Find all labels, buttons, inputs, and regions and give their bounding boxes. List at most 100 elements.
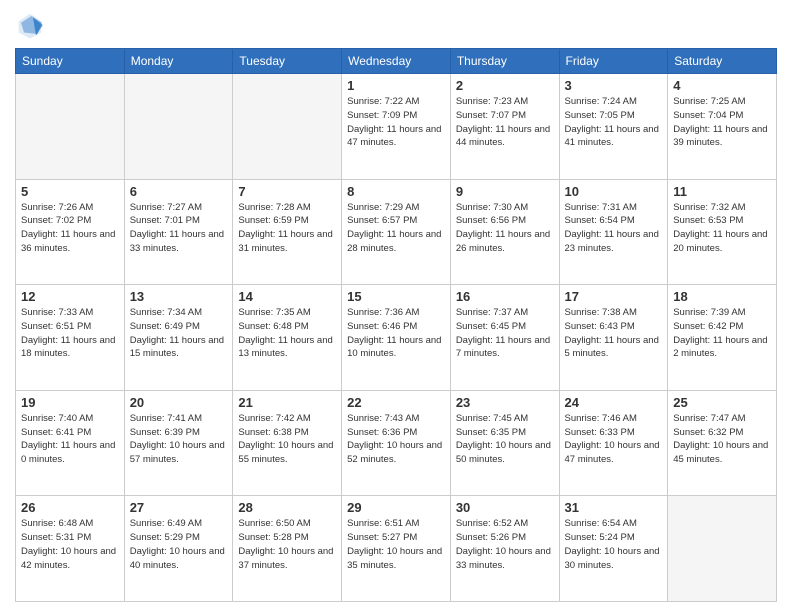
day-info: Sunrise: 6:52 AM Sunset: 5:26 PM Dayligh… — [456, 517, 554, 572]
day-number: 9 — [456, 184, 554, 199]
calendar-cell: 18 Sunrise: 7:39 AM Sunset: 6:42 PM Dayli… — [668, 285, 777, 391]
calendar-cell: 9 Sunrise: 7:30 AM Sunset: 6:56 PM Daylig… — [450, 179, 559, 285]
day-info: Sunrise: 7:29 AM Sunset: 6:57 PM Dayligh… — [347, 201, 445, 256]
day-info: Sunrise: 7:32 AM Sunset: 6:53 PM Dayligh… — [673, 201, 771, 256]
day-info: Sunrise: 7:28 AM Sunset: 6:59 PM Dayligh… — [238, 201, 336, 256]
day-number: 28 — [238, 500, 336, 515]
day-info: Sunrise: 6:49 AM Sunset: 5:29 PM Dayligh… — [130, 517, 228, 572]
day-info: Sunrise: 6:54 AM Sunset: 5:24 PM Dayligh… — [565, 517, 663, 572]
calendar-cell: 15 Sunrise: 7:36 AM Sunset: 6:46 PM Dayli… — [342, 285, 451, 391]
calendar-cell: 29 Sunrise: 6:51 AM Sunset: 5:27 PM Dayli… — [342, 496, 451, 602]
day-header-tuesday: Tuesday — [233, 49, 342, 74]
calendar-cell: 12 Sunrise: 7:33 AM Sunset: 6:51 PM Dayli… — [16, 285, 125, 391]
calendar-cell: 31 Sunrise: 6:54 AM Sunset: 5:24 PM Dayli… — [559, 496, 668, 602]
day-info: Sunrise: 7:26 AM Sunset: 7:02 PM Dayligh… — [21, 201, 119, 256]
day-info: Sunrise: 7:24 AM Sunset: 7:05 PM Dayligh… — [565, 95, 663, 150]
day-number: 12 — [21, 289, 119, 304]
calendar-cell: 10 Sunrise: 7:31 AM Sunset: 6:54 PM Dayli… — [559, 179, 668, 285]
day-number: 25 — [673, 395, 771, 410]
day-number: 31 — [565, 500, 663, 515]
week-row-5: 26 Sunrise: 6:48 AM Sunset: 5:31 PM Dayli… — [16, 496, 777, 602]
day-number: 14 — [238, 289, 336, 304]
week-row-1: 1 Sunrise: 7:22 AM Sunset: 7:09 PM Daylig… — [16, 74, 777, 180]
day-info: Sunrise: 7:35 AM Sunset: 6:48 PM Dayligh… — [238, 306, 336, 361]
day-number: 10 — [565, 184, 663, 199]
day-number: 29 — [347, 500, 445, 515]
day-info: Sunrise: 7:30 AM Sunset: 6:56 PM Dayligh… — [456, 201, 554, 256]
day-number: 18 — [673, 289, 771, 304]
day-number: 8 — [347, 184, 445, 199]
logo-icon — [15, 10, 45, 40]
calendar-cell — [124, 74, 233, 180]
calendar-cell: 14 Sunrise: 7:35 AM Sunset: 6:48 PM Dayli… — [233, 285, 342, 391]
calendar-cell: 11 Sunrise: 7:32 AM Sunset: 6:53 PM Dayli… — [668, 179, 777, 285]
day-info: Sunrise: 7:45 AM Sunset: 6:35 PM Dayligh… — [456, 412, 554, 467]
day-info: Sunrise: 7:22 AM Sunset: 7:09 PM Dayligh… — [347, 95, 445, 150]
week-row-4: 19Sunrise: 7:40 AM Sunset: 6:41 PM Dayli… — [16, 390, 777, 496]
calendar-cell: 26 Sunrise: 6:48 AM Sunset: 5:31 PM Dayli… — [16, 496, 125, 602]
day-header-monday: Monday — [124, 49, 233, 74]
calendar-cell: 28 Sunrise: 6:50 AM Sunset: 5:28 PM Dayli… — [233, 496, 342, 602]
day-info: Sunrise: 7:38 AM Sunset: 6:43 PM Dayligh… — [565, 306, 663, 361]
calendar: SundayMondayTuesdayWednesdayThursdayFrid… — [15, 48, 777, 602]
day-info: Sunrise: 6:48 AM Sunset: 5:31 PM Dayligh… — [21, 517, 119, 572]
day-number: 30 — [456, 500, 554, 515]
calendar-cell — [16, 74, 125, 180]
day-info: Sunrise: 7:39 AM Sunset: 6:42 PM Dayligh… — [673, 306, 771, 361]
day-info: Sunrise: 7:46 AM Sunset: 6:33 PM Dayligh… — [565, 412, 663, 467]
day-info: Sunrise: 7:47 AM Sunset: 6:32 PM Dayligh… — [673, 412, 771, 467]
day-number: 11 — [673, 184, 771, 199]
day-info: Sunrise: 7:33 AM Sunset: 6:51 PM Dayligh… — [21, 306, 119, 361]
day-number: 16 — [456, 289, 554, 304]
day-number: 7 — [238, 184, 336, 199]
day-number: 17 — [565, 289, 663, 304]
day-info: Sunrise: 7:27 AM Sunset: 7:01 PM Dayligh… — [130, 201, 228, 256]
day-number: 21 — [238, 395, 336, 410]
day-info: Sunrise: 6:50 AM Sunset: 5:28 PM Dayligh… — [238, 517, 336, 572]
header — [15, 10, 777, 40]
day-number: 26 — [21, 500, 119, 515]
day-number: 15 — [347, 289, 445, 304]
calendar-cell: 17 Sunrise: 7:38 AM Sunset: 6:43 PM Dayli… — [559, 285, 668, 391]
day-info: Sunrise: 7:40 AM Sunset: 6:41 PM Dayligh… — [21, 412, 119, 467]
calendar-cell: 19Sunrise: 7:40 AM Sunset: 6:41 PM Dayli… — [16, 390, 125, 496]
calendar-cell: 22 Sunrise: 7:43 AM Sunset: 6:36 PM Dayli… — [342, 390, 451, 496]
calendar-cell: 4Sunrise: 7:25 AM Sunset: 7:04 PM Daylig… — [668, 74, 777, 180]
calendar-cell: 25 Sunrise: 7:47 AM Sunset: 6:32 PM Dayli… — [668, 390, 777, 496]
day-header-wednesday: Wednesday — [342, 49, 451, 74]
day-info: Sunrise: 7:43 AM Sunset: 6:36 PM Dayligh… — [347, 412, 445, 467]
calendar-cell: 1 Sunrise: 7:22 AM Sunset: 7:09 PM Daylig… — [342, 74, 451, 180]
day-info: Sunrise: 7:41 AM Sunset: 6:39 PM Dayligh… — [130, 412, 228, 467]
day-number: 5 — [21, 184, 119, 199]
calendar-cell: 21Sunrise: 7:42 AM Sunset: 6:38 PM Dayli… — [233, 390, 342, 496]
day-number: 3 — [565, 78, 663, 93]
calendar-cell: 6 Sunrise: 7:27 AM Sunset: 7:01 PM Daylig… — [124, 179, 233, 285]
day-number: 4 — [673, 78, 771, 93]
day-info: Sunrise: 6:51 AM Sunset: 5:27 PM Dayligh… — [347, 517, 445, 572]
calendar-cell: 16 Sunrise: 7:37 AM Sunset: 6:45 PM Dayli… — [450, 285, 559, 391]
day-info: Sunrise: 7:23 AM Sunset: 7:07 PM Dayligh… — [456, 95, 554, 150]
day-number: 1 — [347, 78, 445, 93]
day-header-friday: Friday — [559, 49, 668, 74]
day-info: Sunrise: 7:37 AM Sunset: 6:45 PM Dayligh… — [456, 306, 554, 361]
day-number: 6 — [130, 184, 228, 199]
week-row-3: 12 Sunrise: 7:33 AM Sunset: 6:51 PM Dayli… — [16, 285, 777, 391]
day-number: 20 — [130, 395, 228, 410]
day-number: 13 — [130, 289, 228, 304]
calendar-cell: 8 Sunrise: 7:29 AM Sunset: 6:57 PM Daylig… — [342, 179, 451, 285]
week-row-2: 5 Sunrise: 7:26 AM Sunset: 7:02 PM Daylig… — [16, 179, 777, 285]
day-header-sunday: Sunday — [16, 49, 125, 74]
day-header-saturday: Saturday — [668, 49, 777, 74]
day-info: Sunrise: 7:36 AM Sunset: 6:46 PM Dayligh… — [347, 306, 445, 361]
calendar-cell: 24Sunrise: 7:46 AM Sunset: 6:33 PM Dayli… — [559, 390, 668, 496]
day-header-thursday: Thursday — [450, 49, 559, 74]
day-number: 23 — [456, 395, 554, 410]
calendar-cell: 2 Sunrise: 7:23 AM Sunset: 7:07 PM Daylig… — [450, 74, 559, 180]
day-info: Sunrise: 7:31 AM Sunset: 6:54 PM Dayligh… — [565, 201, 663, 256]
day-number: 2 — [456, 78, 554, 93]
calendar-cell: 20 Sunrise: 7:41 AM Sunset: 6:39 PM Dayli… — [124, 390, 233, 496]
calendar-cell — [668, 496, 777, 602]
day-number: 22 — [347, 395, 445, 410]
calendar-cell: 5 Sunrise: 7:26 AM Sunset: 7:02 PM Daylig… — [16, 179, 125, 285]
day-info: Sunrise: 7:34 AM Sunset: 6:49 PM Dayligh… — [130, 306, 228, 361]
